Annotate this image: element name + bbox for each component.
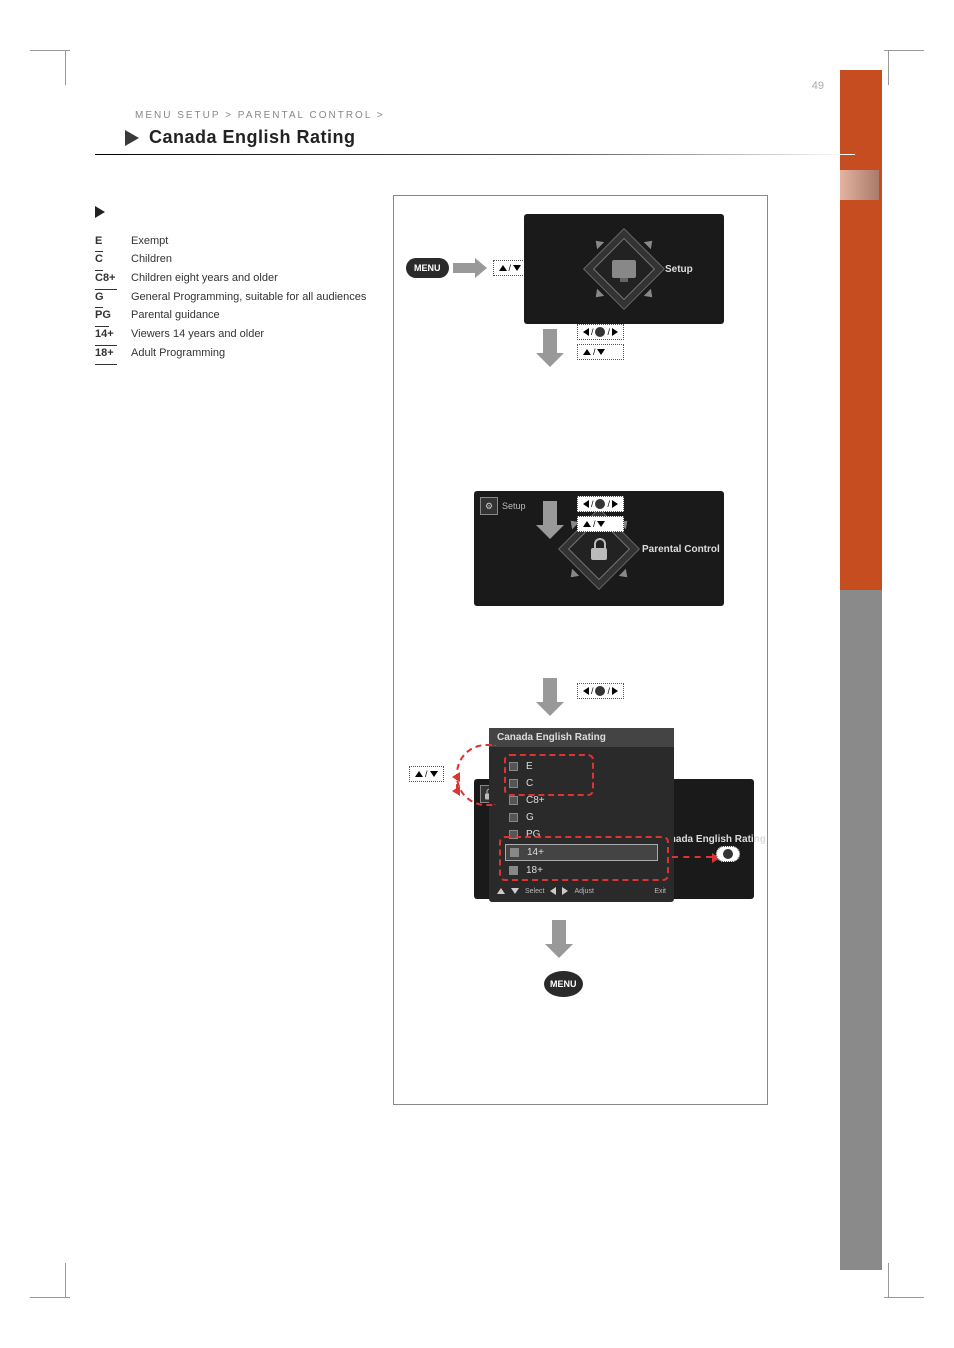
setup-label: Setup [665, 264, 693, 275]
divider [95, 154, 855, 155]
parental-control-label: Parental Control [642, 544, 720, 555]
tv-icon [612, 260, 636, 278]
arrow-down-icon [543, 678, 557, 704]
nav-up-down-icon: / [409, 766, 444, 782]
arrow-down-icon [552, 920, 566, 946]
list-item: CChildren [95, 250, 375, 269]
panel-footer: Select Adjust Exit [489, 884, 674, 898]
breadcrumb: MENU SETUP > PARENTAL CONTROL > [135, 110, 855, 121]
callout-arrow-icon [672, 856, 712, 858]
crop-mark [65, 1263, 66, 1298]
flow-diagram: MENU / Setup [393, 195, 768, 1105]
crop-mark [30, 50, 70, 51]
highlight-box [504, 754, 594, 796]
arrow-right-icon [453, 263, 477, 273]
enter-button-icon [716, 846, 740, 862]
nav-up-down-icon: / [493, 260, 528, 276]
ratings-definitions: EExempt CChildren C8+Children eight year… [95, 205, 375, 363]
menu-button-icon: MENU [544, 971, 583, 997]
page-number: 49 [812, 80, 824, 92]
cube-menu-icon [583, 228, 665, 310]
lock-icon [589, 538, 609, 560]
section-arrow-icon [125, 130, 139, 146]
crop-mark [884, 1297, 924, 1298]
nav-up-down-icon: / [577, 516, 624, 532]
screen-breadcrumb: ⚙ Setup [480, 497, 526, 515]
callout-arrow-icon [456, 776, 496, 806]
rating-item: G [505, 810, 658, 825]
bullet-arrow-icon [95, 206, 105, 218]
section-title: Canada English Rating [149, 127, 356, 148]
setup-crumb-icon: ⚙ [480, 497, 498, 515]
menu-button-icon: MENU [406, 258, 449, 278]
nav-up-down-icon: / [577, 344, 624, 360]
highlight-box [499, 836, 669, 881]
crop-mark [65, 50, 66, 85]
arrow-down-icon [543, 501, 557, 527]
nav-left-enter-right-icon: // [577, 496, 624, 512]
list-item: GGeneral Programming, suitable for all a… [95, 288, 375, 307]
list-item: 14+Viewers 14 years and older [95, 325, 375, 344]
list-item: EExempt [95, 232, 375, 251]
nav-left-enter-right-icon: // [577, 683, 624, 699]
list-item: C8+Children eight years and older [95, 269, 375, 288]
list-item: PGParental guidance [95, 306, 375, 325]
crop-mark [30, 1297, 70, 1298]
nav-left-enter-right-icon: // [577, 324, 624, 340]
crop-mark [884, 50, 924, 51]
crop-mark [888, 1263, 889, 1298]
arrow-down-icon [543, 329, 557, 355]
crop-mark [888, 50, 889, 85]
list-item: 18+Adult Programming [95, 344, 375, 363]
panel-title: Canada English Rating [489, 728, 674, 747]
